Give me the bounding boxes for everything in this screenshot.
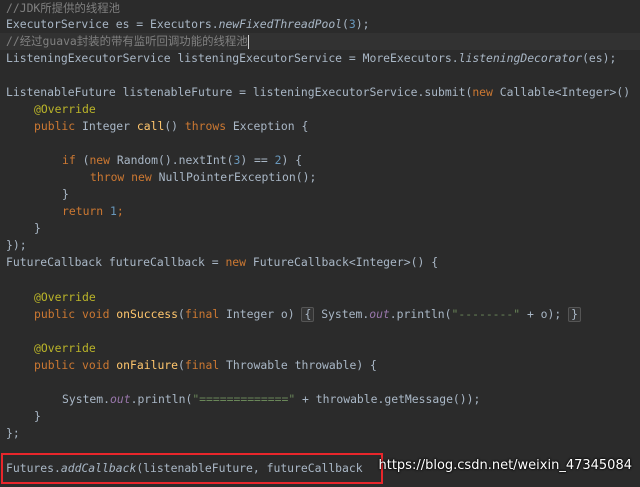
method-name: onSuccess xyxy=(116,307,179,321)
code-line-1[interactable]: //JDK所提供的线程池 xyxy=(0,0,640,17)
keyword: if xyxy=(62,153,76,167)
code-line-13[interactable]: return 1; xyxy=(0,203,640,220)
static-field: out xyxy=(110,392,131,406)
code-text: System. xyxy=(314,307,370,321)
code-line-4[interactable]: ListeningExecutorService listeningExecut… xyxy=(0,50,640,67)
code-text: ) == xyxy=(240,153,275,167)
code-text: Integer xyxy=(75,119,137,133)
code-text: .println( xyxy=(130,392,193,406)
comment: //JDK所提供的线程池 xyxy=(6,1,121,15)
code-line-25[interactable]: } xyxy=(0,408,640,425)
code-text: () xyxy=(164,119,185,133)
code-line-19[interactable]: public void onSuccess(final Integer o) {… xyxy=(0,306,640,323)
keyword: public void xyxy=(34,307,110,321)
static-method: newFixedThreadPool xyxy=(218,17,343,31)
folded-brace-close[interactable]: } xyxy=(568,307,581,322)
code-text: } xyxy=(34,409,41,423)
code-line-14[interactable]: } xyxy=(0,220,640,237)
highlight-box xyxy=(1,453,383,484)
keyword: throws xyxy=(184,119,227,133)
comment: //经过guava封装的带有监听回调功能的线程池 xyxy=(6,34,248,48)
code-text: + throwable.getMessage()); xyxy=(295,392,481,406)
string-literal: "=============" xyxy=(192,392,296,406)
code-text: ( xyxy=(342,17,349,31)
code-text: ( xyxy=(178,358,185,372)
code-line-15[interactable]: }); xyxy=(0,237,640,254)
method-name: call xyxy=(136,119,165,133)
method-name: onFailure xyxy=(116,358,179,372)
static-field: out xyxy=(369,307,390,321)
code-line-16[interactable]: FutureCallback futureCallback = new Futu… xyxy=(0,254,640,271)
code-text: ListeningExecutorService listeningExecut… xyxy=(6,51,459,65)
code-editor[interactable]: //JDK所提供的线程池 ExecutorService es = Execut… xyxy=(0,0,640,487)
keyword: return xyxy=(62,204,104,218)
code-text: ListenableFuture listenableFuture = list… xyxy=(6,85,473,99)
code-text: + o); xyxy=(520,307,569,321)
keyword: throw new xyxy=(90,170,152,184)
string-literal: "--------" xyxy=(451,307,521,321)
number-literal: 3 xyxy=(348,17,356,31)
keyword: final xyxy=(184,358,220,372)
code-text: System. xyxy=(62,392,111,406)
code-line-24[interactable]: System.out.println("=============" + thr… xyxy=(0,391,640,408)
code-line-11[interactable]: throw new NullPointerException(); xyxy=(0,169,640,186)
code-text: .println( xyxy=(389,307,452,321)
code-text: (es); xyxy=(582,51,617,65)
code-line-2[interactable]: ExecutorService es = Executors.newFixedT… xyxy=(0,16,640,33)
watermark: https://blog.csdn.net/weixin_47345084 xyxy=(378,458,632,473)
code-line-18[interactable]: @Override xyxy=(0,289,640,306)
code-text: Throwable throwable) { xyxy=(219,358,377,372)
code-text: }; xyxy=(6,426,20,440)
annotation: @Override xyxy=(34,102,96,116)
annotation: @Override xyxy=(34,290,96,304)
code-text: NullPointerException(); xyxy=(151,170,317,184)
code-line-6[interactable]: ListenableFuture listenableFuture = list… xyxy=(0,84,640,101)
code-line-21[interactable]: @Override xyxy=(0,340,640,357)
annotation: @Override xyxy=(34,341,96,355)
code-text: Random().nextInt( xyxy=(110,153,234,167)
keyword: final xyxy=(184,307,220,321)
code-text: Exception { xyxy=(226,119,309,133)
keyword: public void xyxy=(34,358,110,372)
code-text: ) { xyxy=(281,153,303,167)
code-text: ( xyxy=(75,153,90,167)
code-line-8[interactable]: public Integer call() throws Exception { xyxy=(0,118,640,135)
code-line-22[interactable]: public void onFailure(final Throwable th… xyxy=(0,357,640,374)
code-text: Integer o) xyxy=(219,307,302,321)
number-literal: 1 xyxy=(110,204,117,218)
code-line-10[interactable]: if (new Random().nextInt(3) == 2) { xyxy=(0,152,640,169)
code-text: Callable<Integer>() xyxy=(492,85,631,99)
code-text: }); xyxy=(6,238,27,252)
code-text: ( xyxy=(178,307,185,321)
code-text: FutureCallback<Integer>() { xyxy=(246,255,439,269)
code-line-3[interactable]: //经过guava封装的带有监听回调功能的线程池 xyxy=(0,33,640,50)
code-text: } xyxy=(34,221,41,235)
keyword: public xyxy=(34,119,76,133)
static-method: listeningDecorator xyxy=(458,51,583,65)
keyword: new xyxy=(89,153,111,167)
code-text: ; xyxy=(116,204,124,218)
code-line-26[interactable]: }; xyxy=(0,425,640,442)
text-caret xyxy=(247,34,249,49)
keyword: new xyxy=(225,255,247,269)
code-text: ExecutorService es = Executors. xyxy=(6,17,219,31)
code-text: } xyxy=(62,187,69,201)
folded-brace-open[interactable]: { xyxy=(301,307,315,322)
keyword: new xyxy=(472,85,493,99)
code-text: ); xyxy=(355,17,370,31)
code-line-12[interactable]: } xyxy=(0,186,640,203)
code-text: FutureCallback futureCallback = xyxy=(6,255,226,269)
code-line-7[interactable]: @Override xyxy=(0,101,640,118)
